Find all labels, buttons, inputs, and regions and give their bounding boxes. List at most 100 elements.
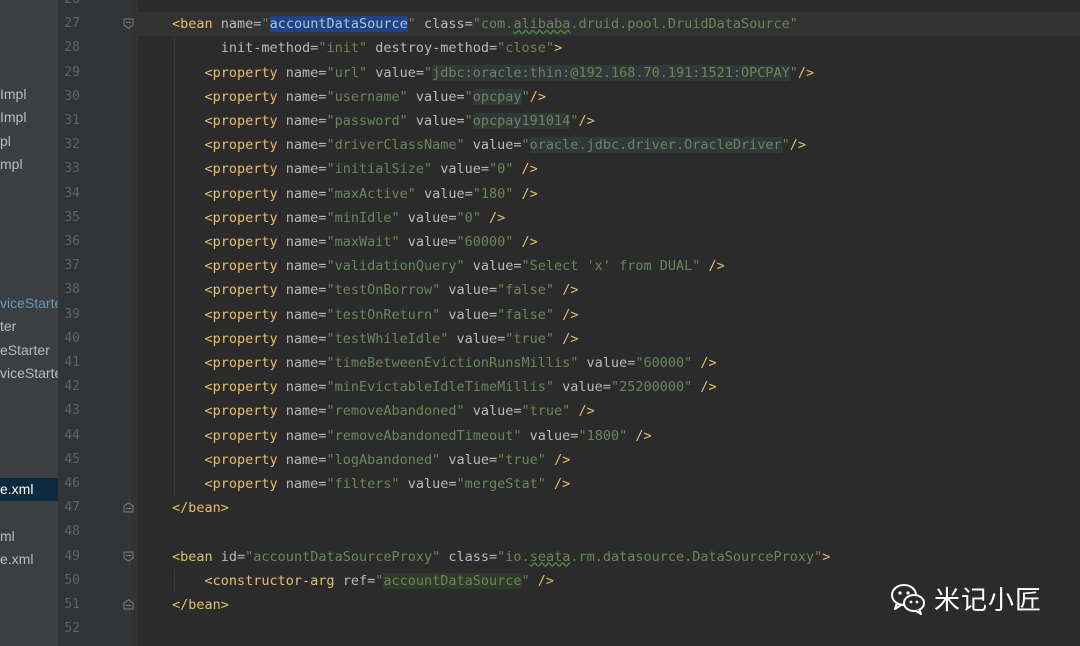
code-token: " (464, 113, 473, 129)
code-token: value= (423, 185, 473, 202)
project-tree-item[interactable]: e.xml (0, 548, 58, 571)
code-token: /> (529, 572, 555, 589)
fold-start-icon[interactable] (123, 551, 134, 562)
code-token: <property (172, 161, 286, 178)
code-token: /> (797, 64, 815, 81)
fold-end-icon[interactable] (123, 502, 134, 513)
code-token: > (554, 40, 563, 57)
code-token: .rm.datasource.DataSourceProxy" (570, 548, 823, 565)
code-token: opcpay (472, 88, 522, 105)
project-tree-item[interactable]: mpl (0, 153, 58, 176)
code-token: .druid.pool.DruidDataSource" (570, 16, 798, 33)
line-number: 29 (64, 64, 80, 80)
code-token: "close" (497, 40, 555, 57)
code-token: "testWhileIdle" (326, 330, 449, 347)
line-number: 41 (64, 355, 80, 370)
code-line: </bean> (172, 593, 229, 617)
code-token: "initialSize" (326, 161, 433, 178)
project-tree-item[interactable]: pl (0, 130, 58, 153)
code-token: > (822, 548, 831, 565)
code-token: name= (285, 161, 327, 178)
code-token: <property (172, 258, 286, 275)
code-line: <property name="minEvictableIdleTimeMill… (172, 375, 717, 399)
code-token: "accountDataSourceProxy" (245, 548, 441, 565)
code-token: <property (172, 209, 286, 226)
code-token: /> (692, 379, 717, 396)
project-tree-item[interactable]: Impl (0, 106, 58, 129)
code-token: " (781, 137, 790, 154)
project-tree-item[interactable]: eStarter (0, 339, 58, 362)
line-number: 51 (64, 597, 80, 612)
project-tree-item[interactable]: viceStarte (0, 362, 58, 385)
code-token: id= (220, 548, 246, 565)
project-tree-item[interactable]: viceStarter (0, 292, 58, 315)
code-token: <property (172, 306, 286, 323)
code-token: init-method= (172, 40, 319, 57)
code-token: value= (472, 137, 522, 154)
code-token: "minIdle" (326, 209, 400, 226)
code-token: </bean> (172, 597, 229, 613)
code-line: <property name="url" value="jdbc:oracle:… (172, 61, 814, 85)
code-token: "true" (521, 403, 571, 420)
code-token: "url" (326, 64, 368, 81)
code-token: /> (578, 113, 595, 129)
code-token: "true" (505, 330, 555, 347)
line-number: 35 (64, 209, 80, 225)
code-token: </bean> (172, 500, 229, 517)
code-token: name= (285, 403, 327, 420)
watermark-text: 米记小匠 (934, 585, 1043, 616)
code-token: <property (172, 451, 286, 468)
code-token: ref= (342, 572, 376, 589)
gutter-separator (129, 0, 130, 646)
code-token: name= (285, 258, 327, 275)
code-line: <property name="initialSize" value="0" /… (172, 157, 538, 181)
project-tree-item[interactable]: Impl (0, 83, 58, 106)
code-token: " (789, 64, 798, 81)
code-token: opcpay191014 (472, 113, 571, 129)
project-tree-item[interactable]: ter (0, 315, 58, 338)
code-token: "1800" (578, 427, 628, 444)
line-number: 37 (64, 258, 80, 274)
code-token: <property (172, 427, 286, 444)
code-line: <property name="removeAbandonedTimeout" … (172, 424, 652, 448)
code-token: <property (172, 137, 286, 154)
code-line: <bean id="accountDataSourceProxy" class=… (172, 545, 830, 569)
code-line: <property name="maxActive" value="180" /… (172, 182, 538, 206)
code-token: name= (285, 330, 327, 347)
code-token: value= (415, 113, 465, 129)
code-token: "timeBetweenEvictionRunsMillis" (326, 355, 579, 371)
code-token: "25200000" (610, 379, 693, 396)
code-line: <property name="driverClassName" value="… (172, 133, 806, 157)
code-token: "validationQuery" (326, 258, 465, 275)
code-line: <property name="removeAbandoned" value="… (172, 399, 595, 423)
code-token: <property (172, 185, 286, 202)
fold-end-icon[interactable] (123, 599, 134, 610)
code-token: " (407, 16, 416, 33)
line-number: 49 (64, 548, 80, 564)
fold-start-icon[interactable] (123, 18, 134, 30)
code-token: /> (627, 427, 652, 444)
code-token: "true" (497, 451, 546, 468)
project-tree-item[interactable]: ml (0, 525, 58, 548)
code-token: " (521, 572, 530, 589)
code-token: /> (554, 282, 579, 299)
code-token: " (464, 88, 473, 105)
line-number: 43 (64, 403, 80, 419)
code-token: "removeAbandonedTimeout" (326, 427, 522, 444)
code-token: "180" (472, 185, 514, 202)
code-token: /> (513, 234, 538, 250)
code-line: </bean> (172, 496, 229, 520)
line-number: 40 (64, 330, 80, 346)
code-token: jdbc:oracle:thin:@192.168.70.191:1521:OP… (432, 64, 790, 81)
code-line: <property name="testOnBorrow" value="fal… (172, 278, 579, 302)
code-token: <property (172, 234, 286, 250)
project-tree-item[interactable]: e.xml (0, 478, 58, 501)
code-token: name= (285, 476, 327, 492)
code-line: <constructor-arg ref="accountDataSource"… (172, 569, 554, 593)
